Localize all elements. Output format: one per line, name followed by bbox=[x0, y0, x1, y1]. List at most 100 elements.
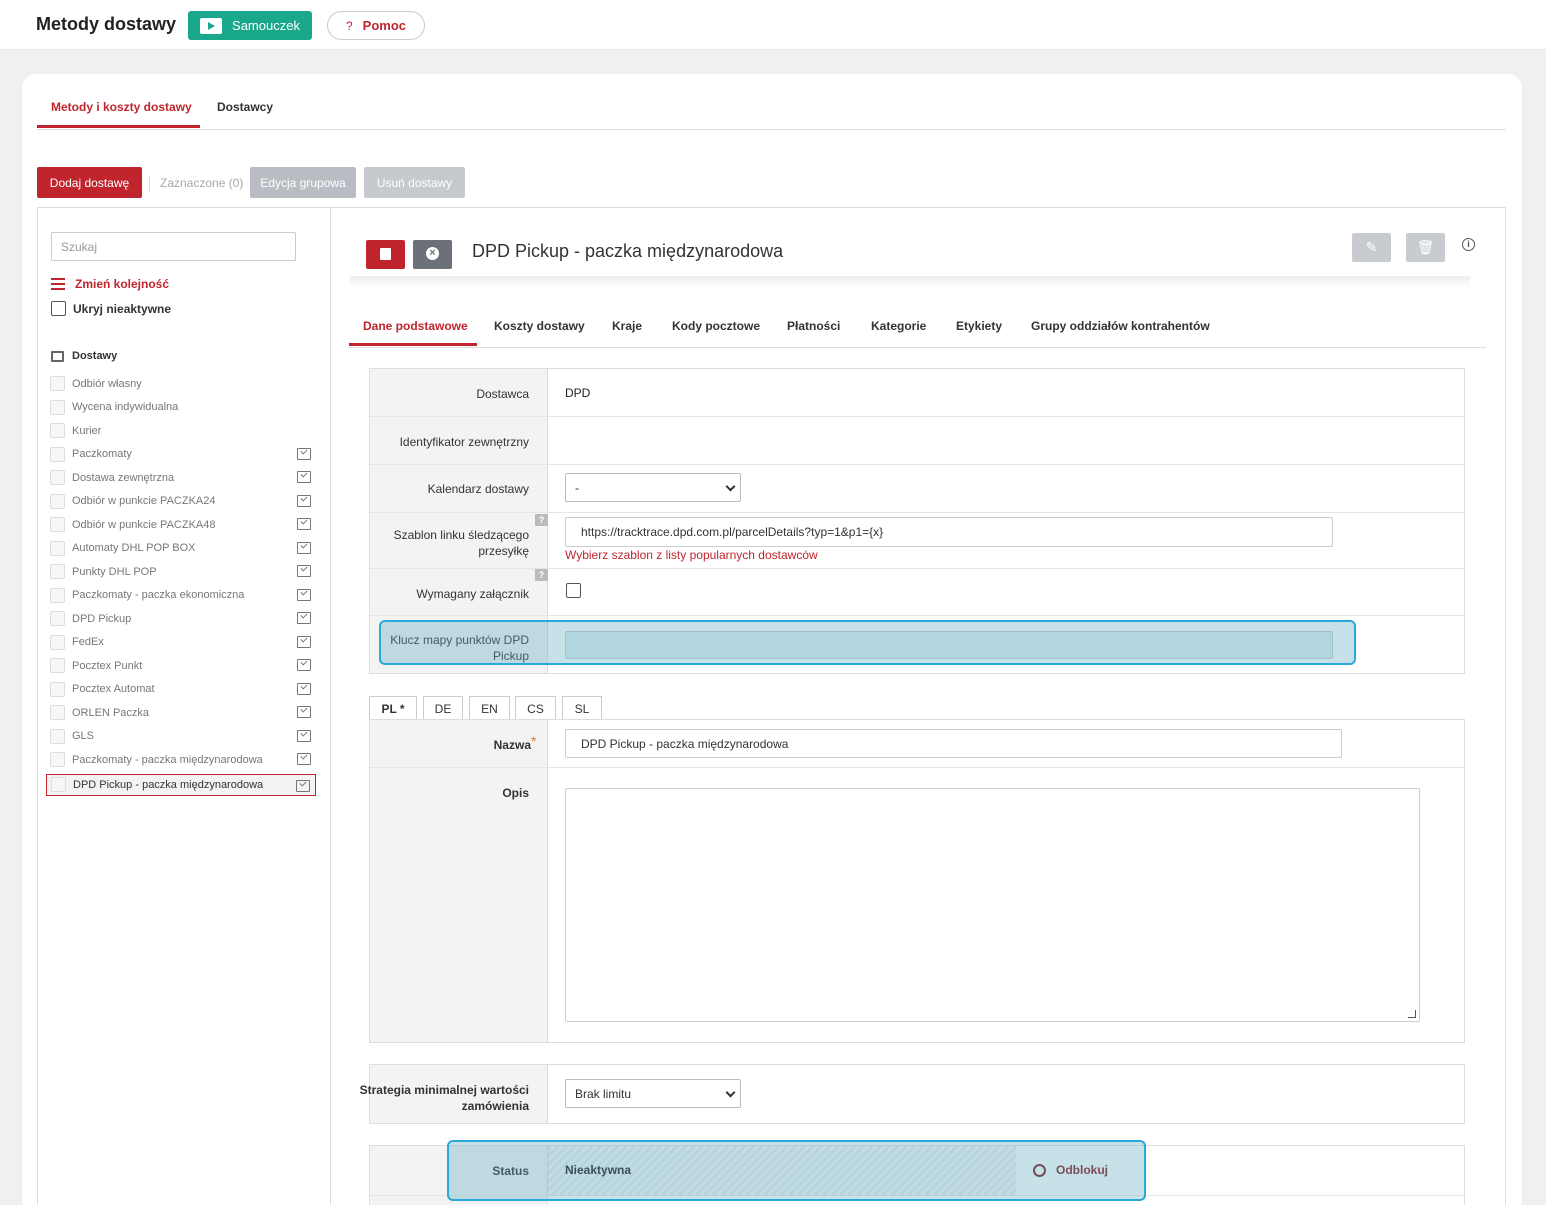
list-item[interactable]: Wycena indywidualna bbox=[46, 396, 316, 420]
attachment-label: Wymagany załącznik bbox=[416, 587, 529, 601]
edit-button[interactable]: ✎ bbox=[1352, 233, 1391, 262]
list-item[interactable]: Automaty DHL POP BOX bbox=[46, 537, 316, 561]
main-tabs: Metody i koszty dostawy Dostawcy bbox=[37, 88, 1506, 130]
info-icon[interactable]: i bbox=[1462, 238, 1475, 251]
tab-countries[interactable]: Kraje bbox=[612, 319, 642, 333]
item-checkbox[interactable] bbox=[51, 777, 66, 792]
tab-labels[interactable]: Etykiety bbox=[956, 319, 1002, 333]
top-bar: Metody dostawy Samouczek ? Pomoc bbox=[0, 0, 1546, 50]
lang-tab-sl[interactable]: SL bbox=[562, 696, 602, 720]
tracking-template-link[interactable]: Wybierz szablon z listy popularnych dost… bbox=[565, 548, 818, 562]
item-checkbox[interactable] bbox=[50, 681, 65, 697]
list-item[interactable]: Odbiór w punkcie PACZKA24 bbox=[46, 490, 316, 514]
tab-providers[interactable]: Dostawcy bbox=[217, 100, 273, 114]
lang-tab-cs[interactable]: CS bbox=[515, 696, 556, 720]
item-checkbox[interactable] bbox=[50, 423, 65, 439]
list-item-label: Kurier bbox=[72, 424, 102, 437]
list-item[interactable]: Paczkomaty - paczka ekonomiczna bbox=[46, 584, 316, 608]
list-item[interactable]: Kurier bbox=[46, 419, 316, 443]
item-checkbox[interactable] bbox=[50, 658, 65, 674]
item-checkbox[interactable] bbox=[50, 564, 65, 580]
list-item[interactable]: Odbiór w punkcie PACZKA48 bbox=[46, 513, 316, 537]
calendar-select[interactable]: - bbox=[565, 473, 741, 502]
language-form: Nazwa * DPD Pickup - paczka międzynarodo… bbox=[369, 719, 1465, 1043]
monitor-check-icon bbox=[297, 471, 311, 483]
hide-inactive-checkbox[interactable] bbox=[51, 301, 66, 316]
tab-basic-data[interactable]: Dane podstawowe bbox=[363, 319, 468, 333]
lang-tab-en[interactable]: EN bbox=[469, 696, 510, 720]
item-checkbox[interactable] bbox=[50, 446, 65, 462]
list-item[interactable]: Odbiór własny bbox=[46, 372, 316, 396]
item-checkbox[interactable] bbox=[50, 376, 65, 392]
list-item[interactable]: FedEx bbox=[46, 631, 316, 655]
monitor-check-icon bbox=[297, 682, 311, 695]
monitor-check-icon bbox=[297, 612, 311, 624]
tab-delivery-costs[interactable]: Koszty dostawy bbox=[494, 319, 585, 333]
list-item[interactable]: Pocztex Punkt bbox=[46, 654, 316, 678]
delete-button[interactable]: 🗑 bbox=[1406, 233, 1445, 262]
page-title: Metody dostawy bbox=[36, 14, 177, 34]
tab-postal-codes[interactable]: Kody pocztowe bbox=[672, 319, 760, 333]
detail-tabs: Dane podstawowe Koszty dostawy Kraje Kod… bbox=[349, 308, 1486, 348]
attachment-checkbox[interactable] bbox=[566, 583, 581, 598]
item-checkbox[interactable] bbox=[50, 752, 65, 768]
attachment-row: ? Wymagany załącznik bbox=[370, 569, 1464, 616]
help-icon[interactable]: ? bbox=[535, 569, 548, 581]
external-id-row: Identyfikator zewnętrzny bbox=[370, 417, 1464, 465]
description-textarea[interactable] bbox=[565, 788, 1420, 1022]
tutorial-label: Samouczek bbox=[232, 18, 300, 33]
reorder-link[interactable]: Zmień kolejność bbox=[51, 277, 169, 291]
name-input[interactable]: DPD Pickup - paczka międzynarodowa bbox=[565, 729, 1342, 758]
tutorial-button[interactable]: Samouczek bbox=[188, 11, 312, 40]
list-item[interactable]: DPD Pickup - paczka międzynarodowa bbox=[46, 773, 316, 796]
item-checkbox[interactable] bbox=[50, 470, 65, 486]
tab-methods-costs[interactable]: Metody i koszty dostawy bbox=[51, 100, 192, 114]
header-shadow bbox=[350, 276, 1470, 288]
map-key-highlight bbox=[379, 620, 1356, 665]
strategy-select[interactable]: Brak limitu bbox=[565, 1079, 741, 1108]
provider-value: DPD bbox=[565, 386, 591, 400]
item-checkbox[interactable] bbox=[50, 399, 65, 415]
tracking-input[interactable]: https://tracktrace.dpd.com.pl/parcelDeta… bbox=[565, 517, 1333, 547]
add-delivery-button[interactable]: Dodaj dostawę bbox=[37, 167, 142, 198]
list-item[interactable]: DPD Pickup bbox=[46, 607, 316, 631]
item-checkbox[interactable] bbox=[50, 705, 65, 721]
item-checkbox[interactable] bbox=[50, 493, 65, 509]
provider-label: Dostawca bbox=[476, 387, 529, 401]
item-checkbox[interactable] bbox=[50, 587, 65, 603]
list-item-label: DPD Pickup bbox=[72, 612, 132, 625]
calendar-label: Kalendarz dostawy bbox=[427, 482, 529, 496]
cancel-button[interactable] bbox=[413, 240, 452, 269]
item-checkbox[interactable] bbox=[50, 540, 65, 556]
delete-deliveries-button[interactable]: Usuń dostawy bbox=[364, 167, 465, 198]
description-label: Opis bbox=[502, 786, 529, 800]
list-item[interactable]: Pocztex Automat bbox=[46, 678, 316, 702]
monitor-check-icon bbox=[297, 753, 311, 765]
item-checkbox[interactable] bbox=[50, 634, 65, 650]
list-item[interactable]: GLS bbox=[46, 725, 316, 749]
list-item[interactable]: Punkty DHL POP bbox=[46, 560, 316, 584]
hide-inactive-toggle[interactable]: Ukryj nieaktywne bbox=[51, 301, 171, 316]
trash-icon: 🗑 bbox=[1416, 239, 1435, 255]
reorder-label: Zmień kolejność bbox=[75, 277, 170, 291]
tab-branch-groups[interactable]: Grupy oddziałów kontrahentów bbox=[1031, 319, 1210, 333]
lang-tab-de[interactable]: DE bbox=[423, 696, 463, 720]
external-id-label: Identyfikator zewnętrzny bbox=[399, 435, 529, 449]
list-icon bbox=[51, 278, 65, 290]
search-input[interactable]: Szukaj bbox=[51, 232, 296, 261]
group-edit-button[interactable]: Edycja grupowa bbox=[250, 167, 356, 198]
item-checkbox[interactable] bbox=[50, 517, 65, 533]
list-item[interactable]: ORLEN Paczka bbox=[46, 701, 316, 725]
save-button[interactable] bbox=[366, 240, 405, 269]
list-item[interactable]: Paczkomaty - paczka międzynarodowa bbox=[46, 748, 316, 772]
tab-categories[interactable]: Kategorie bbox=[871, 319, 926, 333]
tab-payments[interactable]: Płatności bbox=[787, 319, 840, 333]
delivery-list: Odbiór własny Wycena indywidualna Kurier Pa… bbox=[46, 372, 316, 796]
lang-tab-pl[interactable]: PL * bbox=[369, 696, 417, 720]
help-button[interactable]: ? Pomoc bbox=[327, 11, 425, 40]
list-item[interactable]: Paczkomaty bbox=[46, 443, 316, 467]
help-icon[interactable]: ? bbox=[535, 514, 548, 526]
list-item[interactable]: Dostawa zewnętrzna bbox=[46, 466, 316, 490]
item-checkbox[interactable] bbox=[50, 611, 65, 627]
item-checkbox[interactable] bbox=[50, 728, 65, 744]
